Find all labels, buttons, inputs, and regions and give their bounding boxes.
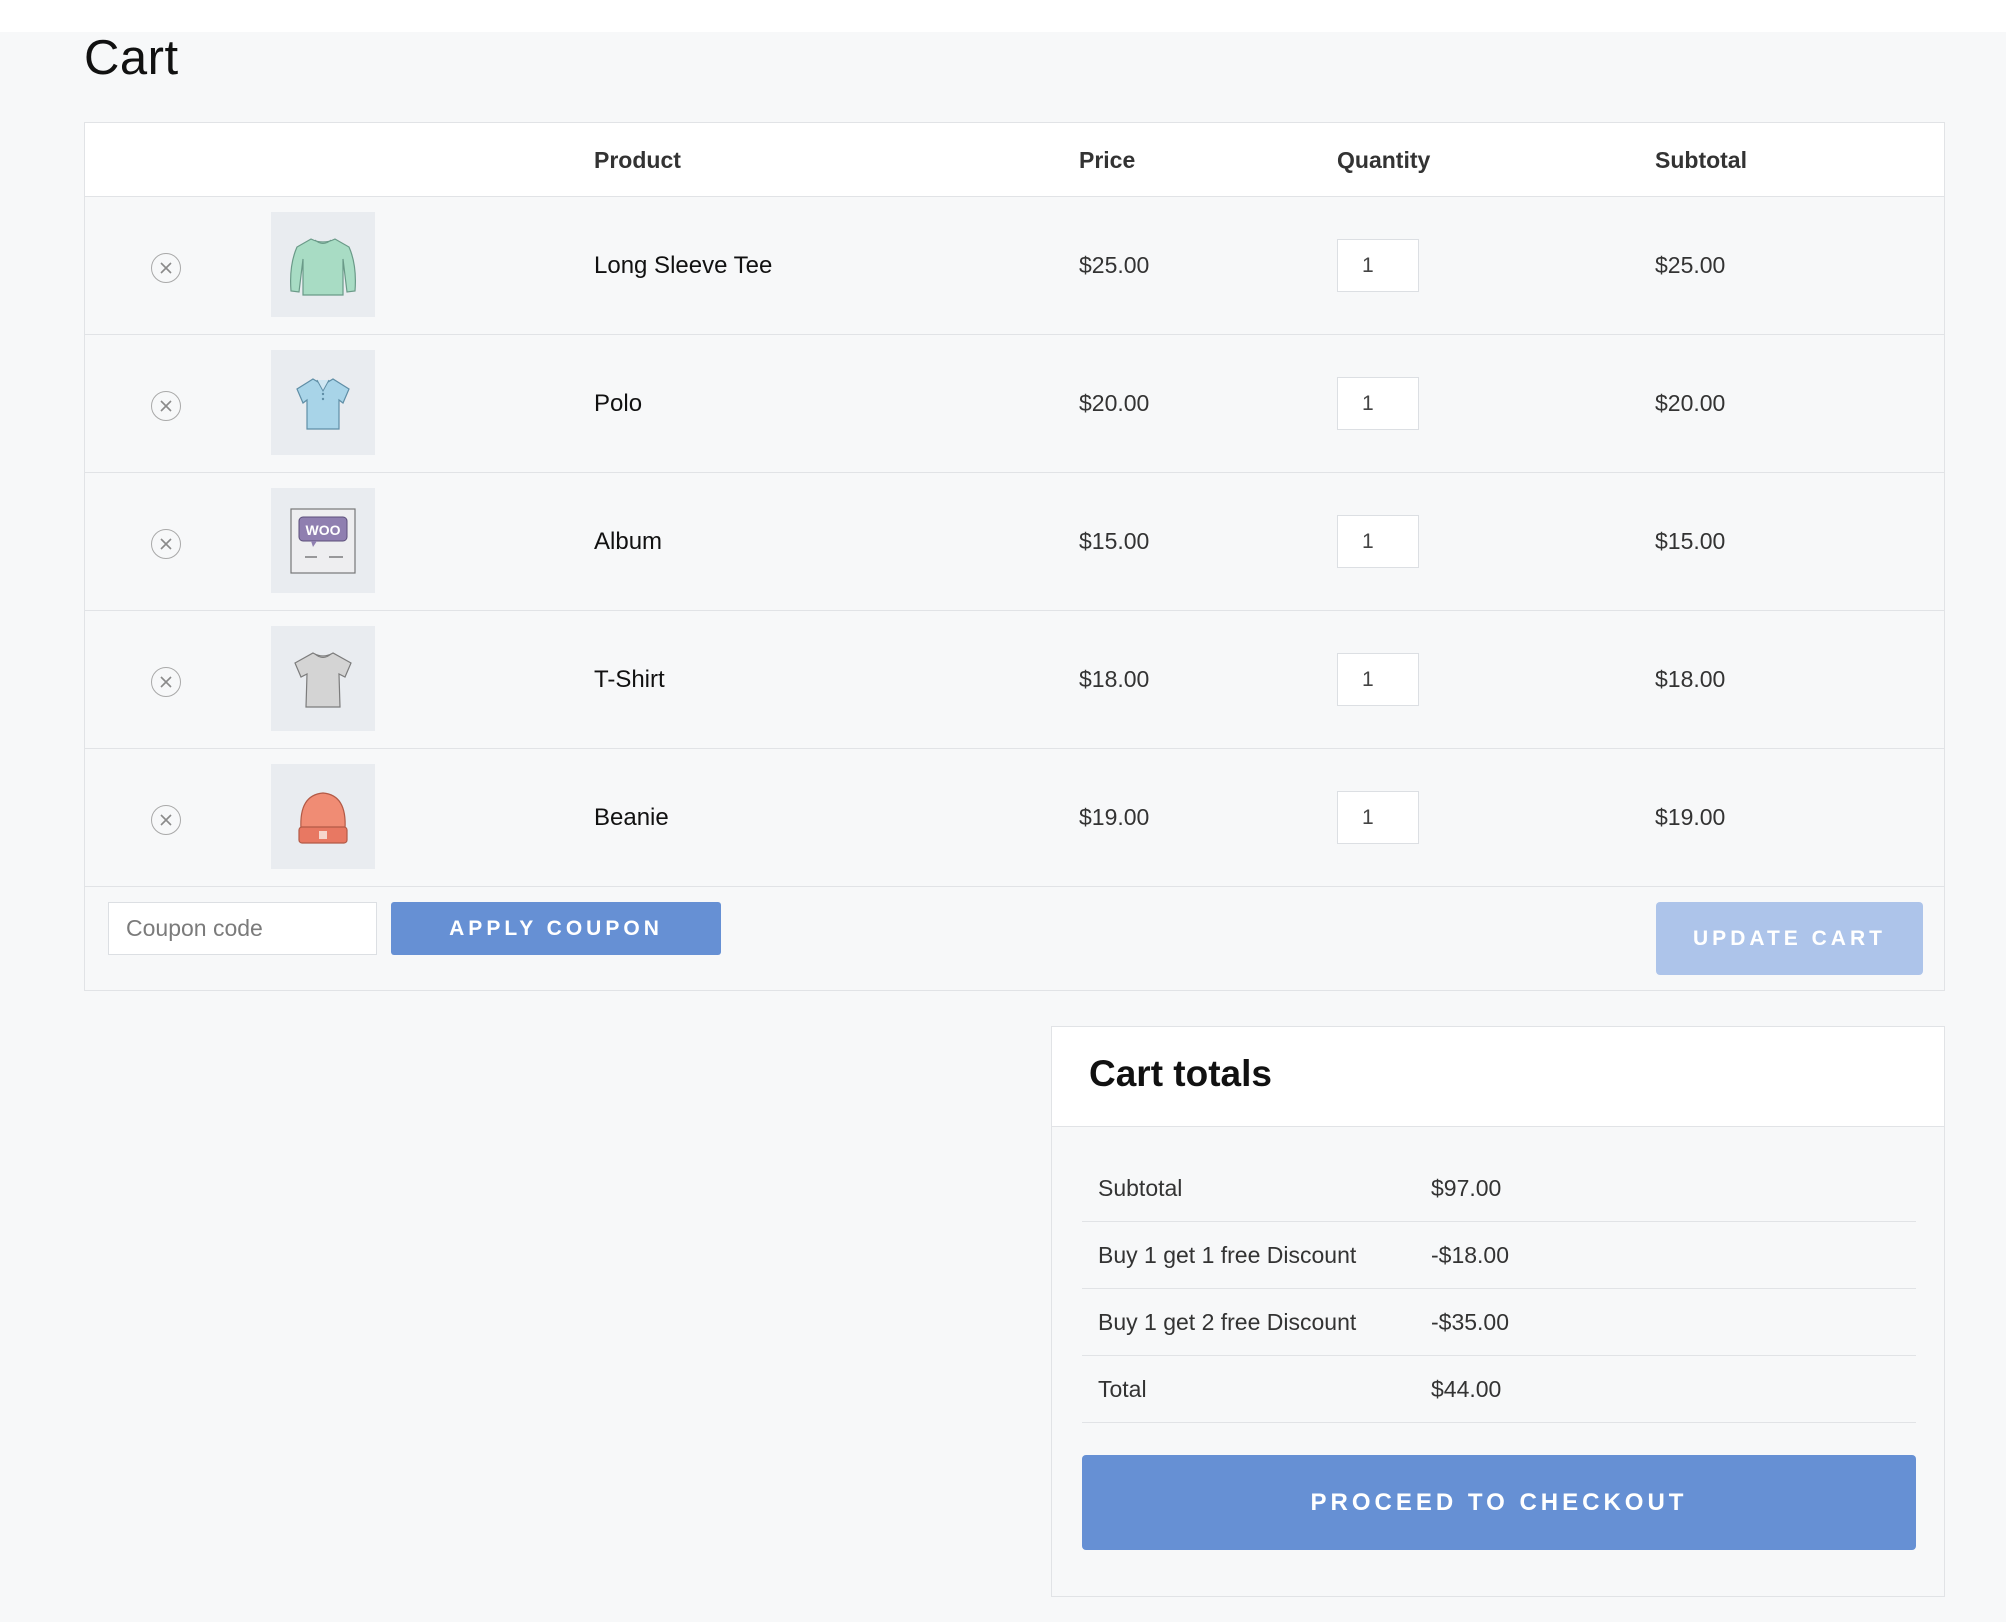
polo-thumbnail[interactable]	[271, 350, 375, 455]
totals-value: -$18.00	[1431, 1242, 1510, 1268]
quantity-input[interactable]	[1337, 653, 1419, 706]
close-icon	[160, 538, 172, 550]
svg-text:WOO: WOO	[306, 522, 341, 538]
close-icon	[160, 400, 172, 412]
table-header: Product Price Quantity Subtotal	[85, 123, 1944, 197]
cart-totals-header: Cart totals	[1052, 1027, 1944, 1127]
close-icon	[160, 262, 172, 274]
remove-item-button[interactable]	[151, 253, 181, 283]
product-name-link[interactable]: Beanie	[594, 804, 669, 832]
product-name-link[interactable]: Long Sleeve Tee	[594, 252, 772, 280]
remove-item-button[interactable]	[151, 529, 181, 559]
product-name-link[interactable]: Polo	[594, 390, 642, 418]
table-row: WOO Album $15.00 $15.00	[85, 473, 1944, 611]
totals-label: Total	[1098, 1376, 1147, 1402]
price-column-header: Price	[1079, 147, 1136, 173]
product-price: $19.00	[1079, 804, 1150, 830]
table-row: T-Shirt $18.00 $18.00	[85, 611, 1944, 749]
product-subtotal: $25.00	[1655, 252, 1726, 278]
cart-totals-panel: Cart totals Subtotal $97.00 Buy 1 get 1 …	[1051, 1026, 1945, 1597]
product-price: $20.00	[1079, 390, 1150, 416]
totals-row-subtotal: Subtotal $97.00	[1082, 1155, 1916, 1222]
update-cart-button[interactable]: UPDATE CART	[1656, 902, 1923, 975]
product-price: $15.00	[1079, 528, 1150, 554]
table-row: Long Sleeve Tee $25.00 $25.00	[85, 197, 1944, 335]
cart-table: Product Price Quantity Subtotal Long Sle…	[84, 122, 1945, 991]
product-subtotal: $20.00	[1655, 390, 1726, 416]
product-price: $18.00	[1079, 666, 1150, 692]
totals-value: $44.00	[1431, 1376, 1502, 1402]
remove-item-button[interactable]	[151, 805, 181, 835]
totals-row-discount: Buy 1 get 2 free Discount -$35.00	[1082, 1289, 1916, 1356]
page-title: Cart	[84, 31, 179, 85]
totals-row-discount: Buy 1 get 1 free Discount -$18.00	[1082, 1222, 1916, 1289]
totals-value: $97.00	[1431, 1175, 1502, 1201]
subtotal-column-header: Subtotal	[1655, 147, 1747, 173]
remove-item-button[interactable]	[151, 667, 181, 697]
close-icon	[160, 814, 172, 826]
cart-actions: APPLY COUPON UPDATE CART	[85, 885, 1944, 991]
beanie-thumbnail[interactable]	[271, 764, 375, 869]
tshirt-thumbnail[interactable]	[271, 626, 375, 731]
quantity-input[interactable]	[1337, 377, 1419, 430]
product-subtotal: $19.00	[1655, 804, 1726, 830]
product-column-header: Product	[594, 147, 681, 173]
table-row: Polo $20.00 $20.00	[85, 335, 1944, 473]
table-row: Beanie $19.00 $19.00	[85, 749, 1944, 887]
cart-totals-title: Cart totals	[1089, 1053, 1272, 1094]
quantity-input[interactable]	[1337, 239, 1419, 292]
top-bar	[0, 0, 2006, 32]
long-sleeve-tee-thumbnail[interactable]	[271, 212, 375, 317]
proceed-to-checkout-button[interactable]: PROCEED TO CHECKOUT	[1082, 1455, 1916, 1550]
totals-label: Buy 1 get 2 free Discount	[1098, 1309, 1357, 1335]
coupon-code-input[interactable]	[108, 902, 377, 955]
close-icon	[160, 676, 172, 688]
quantity-column-header: Quantity	[1337, 147, 1431, 173]
quantity-input[interactable]	[1337, 791, 1419, 844]
product-price: $25.00	[1079, 252, 1150, 278]
album-thumbnail[interactable]: WOO	[271, 488, 375, 593]
quantity-input[interactable]	[1337, 515, 1419, 568]
product-subtotal: $15.00	[1655, 528, 1726, 554]
product-subtotal: $18.00	[1655, 666, 1726, 692]
totals-value: -$35.00	[1431, 1309, 1510, 1335]
totals-row-total: Total $44.00	[1082, 1356, 1916, 1423]
product-name-link[interactable]: T-Shirt	[594, 666, 665, 694]
totals-label: Buy 1 get 1 free Discount	[1098, 1242, 1357, 1268]
remove-item-button[interactable]	[151, 391, 181, 421]
product-name-link[interactable]: Album	[594, 528, 662, 556]
apply-coupon-button[interactable]: APPLY COUPON	[391, 902, 721, 955]
totals-label: Subtotal	[1098, 1175, 1183, 1201]
